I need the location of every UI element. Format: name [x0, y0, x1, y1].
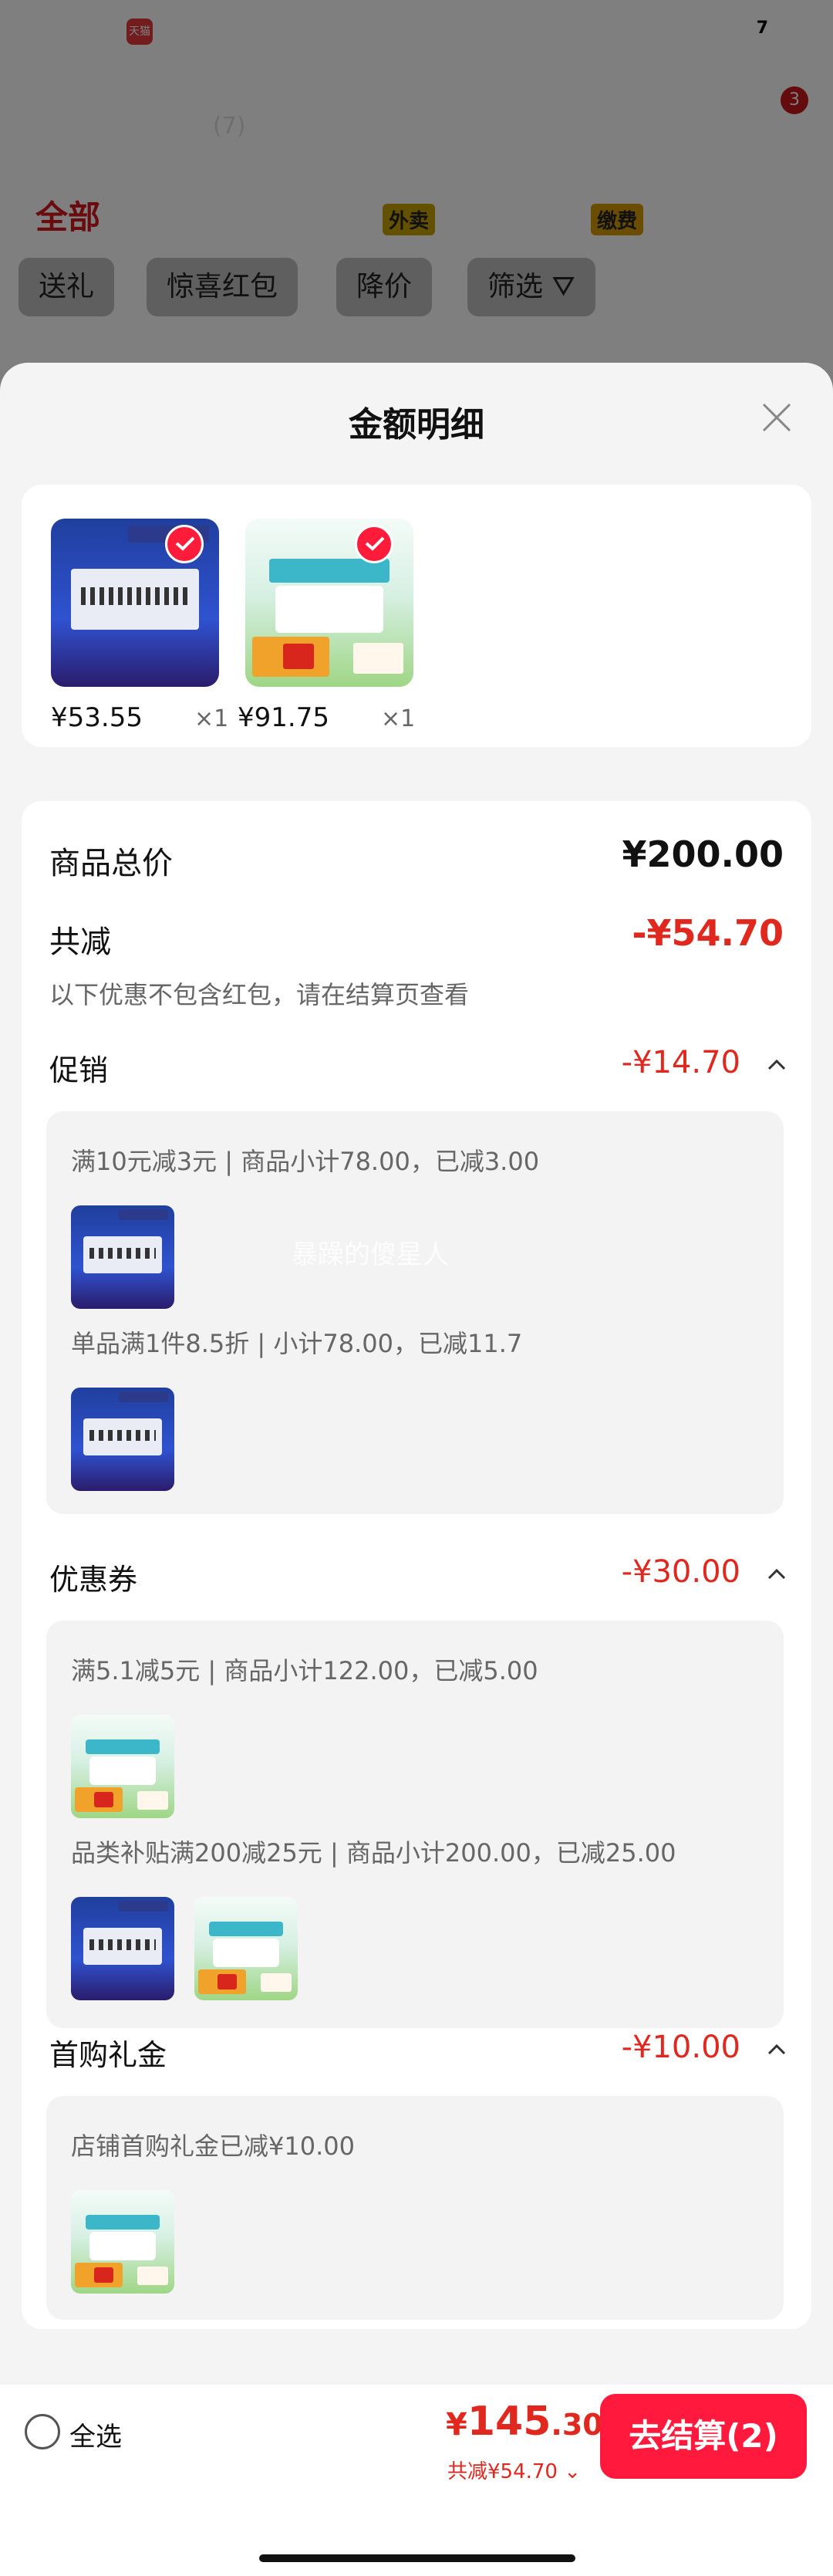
close-icon[interactable] [757, 398, 796, 437]
coupon-rule: 满5.1减5元 | 商品小计122.00，已减5.00 [71, 1656, 538, 1685]
section-label-coupon: 优惠券 [49, 1563, 138, 1597]
product-thumb [194, 1897, 298, 2000]
promo-rule: 单品满1件8.5折 | 小计78.00，已减11.7 [71, 1329, 523, 1358]
select-all-radio[interactable] [25, 2414, 60, 2449]
reduce-label: 共减 [49, 925, 111, 960]
chevron-up-icon[interactable] [767, 1568, 787, 1580]
discount-note: 以下优惠不包含红包，请在结算页查看 [49, 980, 470, 1009]
home-indicator [259, 2554, 575, 2562]
item-qty: ×1 [381, 705, 416, 732]
product-thumb [71, 1715, 174, 1818]
amount-detail-sheet: 金额明细 ¥53.55 ×1 ¥91.75 ×1 商品总价 ¥200.00 共减… [0, 363, 833, 2576]
watermark-text: 暴躁的傻星人 [292, 1239, 449, 1270]
section-value-coupon: -¥30.00 [621, 1554, 740, 1590]
chevron-up-icon[interactable] [767, 1059, 787, 1071]
reduce-value: -¥54.70 [632, 912, 784, 954]
section-label-promo: 促销 [49, 1053, 109, 1087]
reduced-amount-toggle[interactable]: 共减¥54.70 ⌄ [447, 2456, 581, 2484]
selected-items-card: ¥53.55 ×1 ¥91.75 ×1 [22, 485, 811, 747]
checkout-bar: 全选 ¥145.30 共减¥54.70 ⌄ 去结算(2) [0, 2385, 833, 2576]
checkout-total: ¥145.30 [446, 2399, 603, 2445]
checked-icon [355, 525, 393, 563]
section-value-promo: -¥14.70 [621, 1045, 740, 1080]
item-price: ¥91.75 [238, 702, 329, 733]
section-label-first-gift: 首购礼金 [49, 2038, 167, 2072]
cart-page-background: 9:29 天猫 ··· ☾ 5G 5G ◔ 7 ‹ 购物车 (7) 地址保护中 … [0, 0, 833, 370]
sheet-title: 金额明细 [349, 405, 484, 445]
item-price: ¥53.55 [51, 702, 143, 733]
first-gift-rule: 店铺首购礼金已减¥10.00 [71, 2131, 355, 2161]
total-label: 商品总价 [49, 846, 173, 881]
chevron-down-icon: ⌄ [564, 2460, 582, 2483]
product-thumb [71, 1388, 174, 1491]
promo-rule: 满10元减3元 | 商品小计78.00，已减3.00 [71, 1147, 540, 1176]
coupon-detail-box: 满5.1减5元 | 商品小计122.00，已减5.00 品类补贴满200减25元… [46, 1621, 784, 2028]
coupon-rule: 品类补贴满200减25元 | 商品小计200.00，已减25.00 [71, 1838, 676, 1868]
chevron-up-icon[interactable] [767, 2044, 787, 2056]
promo-detail-box: 满10元减3元 | 商品小计78.00，已减3.00 暴躁的傻星人 单品满1件8… [46, 1111, 784, 1514]
price-details-card: 商品总价 ¥200.00 共减 -¥54.70 以下优惠不包含红包，请在结算页查… [22, 801, 811, 2329]
item-qty: ×1 [194, 705, 229, 732]
product-thumb [71, 1897, 174, 2000]
select-all-label[interactable]: 全选 [69, 2415, 122, 2453]
overlay-dim[interactable] [0, 0, 833, 370]
first-gift-detail-box: 店铺首购礼金已减¥10.00 [46, 2096, 784, 2320]
section-value-first-gift: -¥10.00 [621, 2030, 740, 2065]
product-thumb [71, 1205, 174, 1309]
product-thumb [71, 2190, 174, 2294]
checkout-button[interactable]: 去结算(2) [600, 2394, 807, 2479]
checked-icon [165, 525, 204, 563]
total-value: ¥200.00 [622, 833, 784, 875]
